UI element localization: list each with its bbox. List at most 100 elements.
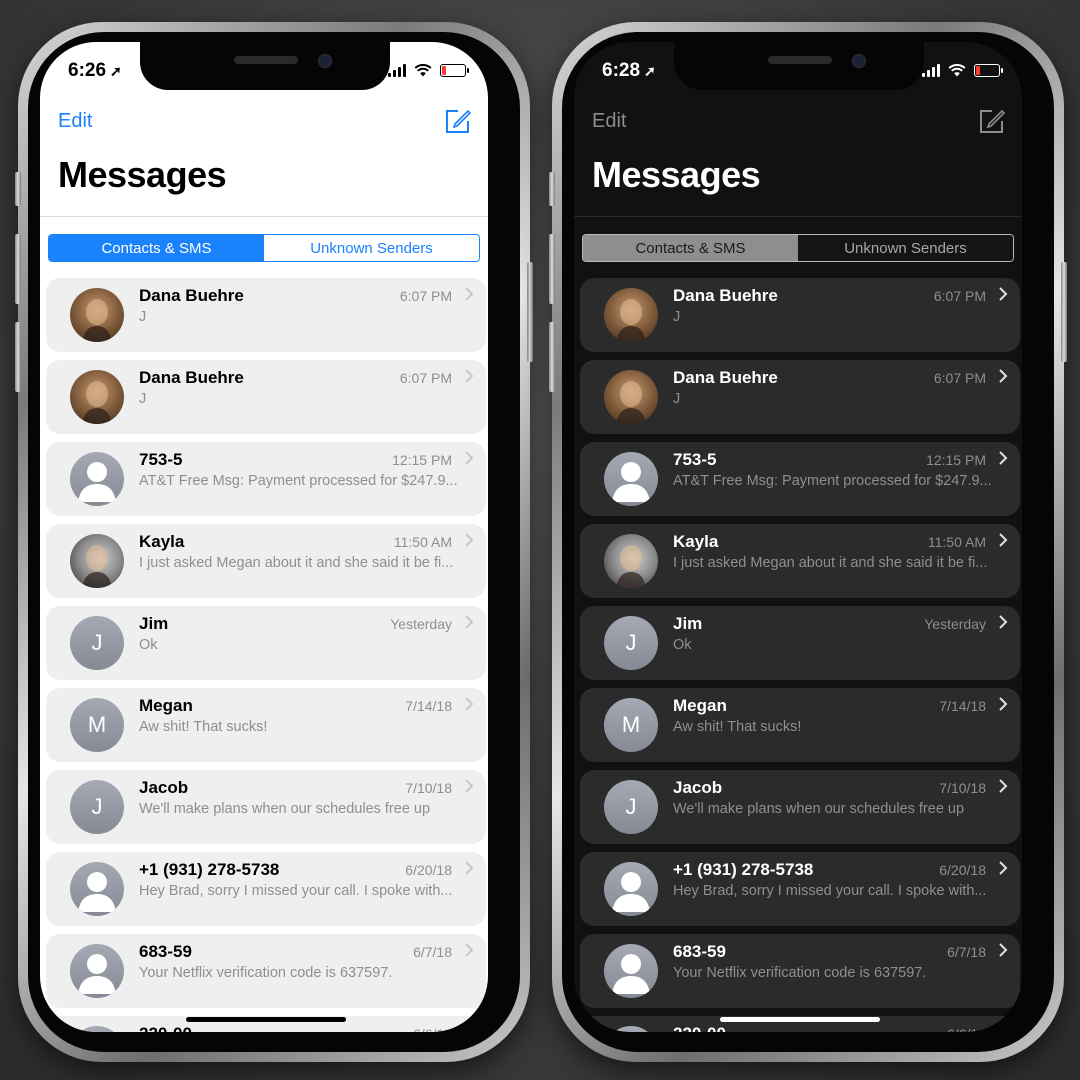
- side-button: [1061, 262, 1067, 362]
- person-silhouette-icon: [70, 1026, 124, 1032]
- person-silhouette-icon: [70, 944, 124, 998]
- conversation-list: Dana Buehre 6:07 PM J Dana Buehre 6:07 PM J 75…: [46, 278, 486, 1032]
- avatar-initial: M: [604, 698, 658, 752]
- conversation-row[interactable]: Dana Buehre 6:07 PM J: [46, 278, 486, 352]
- chevron-right-icon: [999, 287, 1008, 301]
- status-time-text: 6:28: [602, 60, 641, 81]
- home-indicator[interactable]: [186, 1017, 346, 1022]
- status-time: 6:28 ➚: [602, 60, 656, 82]
- edit-button[interactable]: Edit: [58, 110, 92, 133]
- chevron-right-icon: [999, 943, 1008, 957]
- chevron-right-icon: [999, 1025, 1008, 1032]
- notch: [674, 42, 924, 90]
- person-silhouette-icon: [604, 452, 658, 506]
- screen: 6:28 ➚ Edit Messages Contacts & SMS Unkno…: [574, 42, 1022, 1032]
- mute-switch: [549, 172, 555, 206]
- earpiece-speaker: [768, 56, 832, 64]
- person-silhouette-icon: [604, 944, 658, 998]
- compose-icon[interactable]: [978, 107, 1006, 135]
- message-preview: Aw shit! That sucks!: [673, 719, 802, 735]
- avatar-initial-letter: J: [625, 630, 637, 655]
- status-time: 6:26 ➚: [68, 60, 122, 82]
- conversation-row[interactable]: Dana Buehre 6:07 PM J: [580, 360, 1020, 434]
- chevron-right-icon: [465, 943, 474, 957]
- conversation-row[interactable]: 683-59 6/7/18 Your Netflix verification co…: [46, 934, 486, 1008]
- conversation-row[interactable]: Kayla 11:50 AM I just asked Megan about it…: [46, 524, 486, 598]
- message-timestamp: 6/7/18: [947, 944, 986, 960]
- contact-name: Dana Buehre: [673, 286, 778, 305]
- header-divider: [40, 216, 488, 217]
- message-timestamp: 6:07 PM: [399, 288, 452, 304]
- edit-button[interactable]: Edit: [592, 110, 626, 133]
- chevron-right-icon: [999, 697, 1008, 711]
- contact-name: +1 (931) 278-5738: [139, 860, 280, 879]
- contact-name: Kayla: [139, 532, 185, 551]
- avatar-initial-letter: J: [91, 630, 103, 655]
- compose-icon[interactable]: [444, 107, 472, 135]
- avatar-initial-letter: J: [625, 794, 637, 819]
- phone-light: 6:26 ➚ Edit Messages Contacts & SMS Unkno…: [15, 22, 533, 1062]
- contact-name: Dana Buehre: [139, 286, 244, 305]
- conversation-row[interactable]: J Jim Yesterday Ok: [46, 606, 486, 680]
- avatar-photo: [70, 370, 124, 424]
- conversation-row[interactable]: +1 (931) 278-5738 6/20/18 Hey Brad, sorry …: [46, 852, 486, 926]
- avatar-photo: [604, 288, 658, 342]
- contact-name: 683-59: [673, 942, 726, 961]
- message-timestamp: 7/14/18: [939, 698, 986, 714]
- contact-name: Megan: [673, 696, 727, 715]
- message-preview: AT&T Free Msg: Payment processed for $24…: [673, 473, 992, 489]
- message-preview: Ok: [139, 637, 158, 653]
- message-preview: Hey Brad, sorry I missed your call. I sp…: [139, 883, 453, 899]
- tab-contacts-sms[interactable]: Contacts & SMS: [583, 235, 798, 261]
- volume-up-button: [15, 234, 21, 304]
- chevron-right-icon: [999, 861, 1008, 875]
- front-camera: [852, 54, 866, 68]
- conversation-row[interactable]: M Megan 7/14/18 Aw shit! That sucks!: [46, 688, 486, 762]
- message-timestamp: 6/7/18: [413, 944, 452, 960]
- page-title: Messages: [592, 154, 761, 195]
- volume-down-button: [549, 322, 555, 392]
- chevron-right-icon: [999, 779, 1008, 793]
- conversation-row[interactable]: M Megan 7/14/18 Aw shit! That sucks!: [580, 688, 1020, 762]
- message-preview: J: [139, 391, 147, 407]
- contact-name: Jacob: [673, 778, 723, 797]
- message-timestamp: 7/10/18: [405, 780, 452, 796]
- message-timestamp: 6/20/18: [405, 862, 452, 878]
- avatar-initial: J: [604, 616, 658, 670]
- conversation-row[interactable]: Dana Buehre 6:07 PM J: [46, 360, 486, 434]
- tab-unknown-senders[interactable]: Unknown Senders: [798, 235, 1013, 261]
- chevron-right-icon: [465, 533, 474, 547]
- conversation-row[interactable]: J Jim Yesterday Ok: [580, 606, 1020, 680]
- chevron-right-icon: [999, 615, 1008, 629]
- segmented-control: Contacts & SMS Unknown Senders: [582, 234, 1014, 262]
- front-camera: [318, 54, 332, 68]
- volume-up-button: [549, 234, 555, 304]
- conversation-row[interactable]: 683-59 6/7/18 Your Netflix verification co…: [580, 934, 1020, 1008]
- message-timestamp: 6:07 PM: [933, 288, 986, 304]
- contact-name: Dana Buehre: [673, 368, 778, 387]
- home-indicator[interactable]: [720, 1017, 880, 1022]
- contact-name: +1 (931) 278-5738: [673, 860, 814, 879]
- tab-unknown-senders[interactable]: Unknown Senders: [264, 235, 479, 261]
- battery-icon: [440, 63, 469, 77]
- header-divider: [574, 216, 1022, 217]
- conversation-row[interactable]: 753-5 12:15 PM AT&T Free Msg: Payment proc…: [46, 442, 486, 516]
- chevron-right-icon: [465, 451, 474, 465]
- avatar-photo: [604, 370, 658, 424]
- contact-name: 220-00: [139, 1024, 192, 1032]
- message-timestamp: 6/6/18: [413, 1026, 452, 1032]
- avatar-initial: J: [604, 780, 658, 834]
- tab-contacts-sms[interactable]: Contacts & SMS: [49, 235, 264, 261]
- message-timestamp: 7/14/18: [405, 698, 452, 714]
- chevron-right-icon: [999, 451, 1008, 465]
- conversation-row[interactable]: Dana Buehre 6:07 PM J: [580, 278, 1020, 352]
- conversation-row[interactable]: +1 (931) 278-5738 6/20/18 Hey Brad, sorry …: [580, 852, 1020, 926]
- message-preview: Hey Brad, sorry I missed your call. I sp…: [673, 883, 987, 899]
- message-timestamp: 7/10/18: [939, 780, 986, 796]
- conversation-row[interactable]: 753-5 12:15 PM AT&T Free Msg: Payment proc…: [580, 442, 1020, 516]
- conversation-row[interactable]: J Jacob 7/10/18 We'll make plans when our s…: [580, 770, 1020, 844]
- chevron-right-icon: [465, 287, 474, 301]
- conversation-row[interactable]: J Jacob 7/10/18 We'll make plans when our s…: [46, 770, 486, 844]
- conversation-row[interactable]: Kayla 11:50 AM I just asked Megan about it…: [580, 524, 1020, 598]
- message-timestamp: 12:15 PM: [392, 452, 452, 468]
